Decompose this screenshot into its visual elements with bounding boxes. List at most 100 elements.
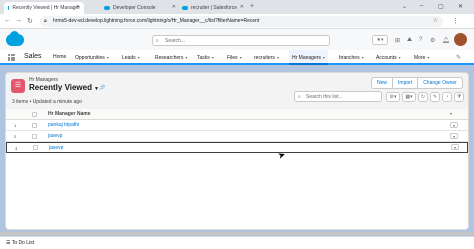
row-actions-button[interactable]: ▾ [450, 122, 458, 128]
nav-item-recruiters[interactable]: recruiters ▾ [254, 50, 279, 65]
row-number: 1 [14, 123, 17, 128]
horizontal-scrollbar[interactable] [0, 232, 474, 235]
maximize-icon[interactable]: ▢ [438, 3, 444, 10]
browser-tab-developer-console[interactable]: Developer Console ✕ [100, 2, 180, 14]
browser-tab-recently-viewed[interactable]: Recently Viewed | Hr Manager ✕ [4, 2, 84, 14]
list-view-name: Recently Viewed [29, 83, 92, 92]
close-icon[interactable]: ✕ [240, 4, 244, 10]
browser-menu-icon[interactable]: ⋮ [452, 17, 459, 25]
back-icon[interactable]: ← [4, 17, 11, 24]
chevron-down-icon[interactable]: ▾ [399, 55, 401, 60]
chevron-down-icon[interactable]: ▾ [362, 55, 364, 60]
bell-icon[interactable]: 🔔︎ [442, 37, 450, 44]
salesforce-favicon-icon [182, 6, 188, 10]
bookmark-star-icon[interactable]: ☆ [433, 16, 438, 27]
display-as-button[interactable]: ▦▾ [402, 92, 416, 102]
nav-item-home[interactable]: Home [53, 50, 66, 65]
window-close-icon[interactable]: ✕ [458, 3, 463, 10]
add-icon[interactable]: ⊞ [395, 37, 400, 44]
close-icon[interactable]: ✕ [76, 4, 80, 10]
chevron-down-icon[interactable]: ▾ [450, 111, 452, 116]
row-actions-button[interactable]: ▾ [450, 133, 458, 139]
nav-item-opportunities[interactable]: Opportunities ▾ [75, 50, 109, 65]
chevron-down-icon[interactable]: ▾ [323, 55, 325, 60]
chevron-down-icon[interactable]: ▾ [185, 55, 187, 60]
change-owner-button[interactable]: Change Owner [418, 77, 463, 89]
refresh-button[interactable]: ↻ [418, 92, 428, 102]
new-button[interactable]: New [371, 77, 394, 89]
browser-tab-label: Developer Console [113, 5, 156, 11]
row-actions-button[interactable]: ▾ [451, 144, 459, 150]
row-number: 3 [15, 146, 18, 151]
browser-tab-label: recruiter | Salesforce [191, 5, 238, 11]
chevron-down-icon[interactable]: ▾ [427, 55, 429, 60]
row-checkbox[interactable] [32, 123, 37, 128]
salesforce-favicon-icon [8, 6, 10, 10]
chevron-down-icon[interactable]: ▾ [138, 55, 140, 60]
to-do-list-button[interactable]: ☰ To Do List [6, 240, 34, 246]
gear-icon[interactable]: ⚙ [430, 37, 435, 44]
nav-item-accounts[interactable]: Accounts ▾ [376, 50, 401, 65]
record-link[interactable]: pankaj tripathi [48, 122, 79, 128]
close-icon[interactable]: ✕ [172, 4, 176, 10]
column-header-name[interactable]: Hr Manager Name [48, 111, 91, 117]
reload-icon[interactable]: ↻ [27, 17, 33, 25]
action-button-group: New Import Change Owner [371, 77, 463, 89]
edit-list-button[interactable]: ✎ [430, 92, 440, 102]
chevron-down-icon[interactable]: ⌄ [402, 3, 407, 10]
nav-item-files[interactable]: Files ▾ [227, 50, 242, 65]
nav-item-more[interactable]: More ▾ [414, 50, 429, 65]
row-checkbox[interactable] [33, 145, 38, 150]
record-link[interactable]: jasevp [49, 145, 63, 151]
minimize-icon[interactable]: – [420, 3, 423, 9]
app-nav-bar: Sales Home Opportunities ▾ Leads ▾ Researc… [0, 50, 474, 65]
pencil-icon[interactable]: ✎ [456, 54, 461, 61]
record-link[interactable]: jasevp [48, 133, 62, 139]
list-meta: 3 items • Updated a minute ago [12, 99, 82, 105]
favorites-button[interactable]: ★▾ [372, 35, 388, 45]
trailhead-icon[interactable]: ⛰ [407, 37, 412, 44]
chevron-down-icon[interactable]: ▾ [212, 55, 214, 60]
row-number: 2 [14, 134, 17, 139]
avatar[interactable] [454, 33, 467, 46]
nav-item-hr-managers[interactable]: Hr Managers ▾ [289, 50, 328, 65]
settings-gear-button[interactable]: ⚙▾ [386, 92, 400, 102]
chevron-down-icon[interactable]: ▾ [277, 55, 279, 60]
list-search-placeholder: Search this list... [306, 94, 343, 100]
url-text: hrms5-dev-ed.develop.lightning.force.com… [53, 18, 260, 24]
url-input[interactable]: 🔒︎ hrms5-dev-ed.develop.lightning.force.… [40, 16, 443, 27]
chevron-down-icon[interactable]: ▾ [240, 55, 242, 60]
row-checkbox[interactable] [32, 134, 37, 139]
browser-tab-recruiter[interactable]: recruiter | Salesforce ✕ [178, 2, 248, 14]
forward-icon[interactable]: → [15, 17, 22, 24]
browser-tab-label: Recently Viewed | Hr Manager [12, 5, 80, 11]
nav-item-branches[interactable]: branches ▾ [339, 50, 364, 65]
browser-tab-strip: Recently Viewed | Hr Manager ✕ Developer… [0, 0, 474, 14]
pin-icon[interactable]: 📌︎ [99, 85, 105, 91]
nav-item-tasks[interactable]: Tasks ▾ [197, 50, 214, 65]
chevron-down-icon[interactable]: ▾ [107, 55, 109, 60]
table-row: 2 jasevp ▾ [6, 131, 468, 142]
app-launcher-icon[interactable] [8, 54, 15, 61]
search-icon: ⌕ [156, 38, 159, 44]
global-search-placeholder: Search... [165, 38, 186, 44]
table-row: 3 jasevp ▾ [6, 142, 468, 153]
select-all-checkbox[interactable] [32, 112, 37, 117]
list-search-input[interactable]: ⌕ Search this list... [294, 91, 382, 102]
global-header: ⌕ Search... ★▾ ⊞ ⛰ ? ⚙ 🔔︎ [0, 29, 474, 50]
address-bar: ← → ↻ 🔒︎ hrms5-dev-ed.develop.lightning.… [0, 14, 474, 29]
import-button[interactable]: Import [393, 77, 419, 89]
table-row: 1 pankaj tripathi ▾ [6, 120, 468, 131]
utility-bar: ☰ To Do List [0, 236, 474, 249]
filter-button[interactable]: ⧩ [454, 92, 464, 102]
charts-button[interactable]: ◔ [442, 92, 452, 102]
lock-icon[interactable]: 🔒︎ [44, 16, 47, 27]
help-icon[interactable]: ? [419, 37, 422, 43]
new-tab-icon[interactable]: + [250, 3, 254, 10]
object-icon: ☰ [11, 79, 25, 93]
salesforce-logo[interactable] [6, 31, 24, 46]
nav-item-leads[interactable]: Leads ▾ [122, 50, 140, 65]
nav-item-researchers[interactable]: Researchers ▾ [155, 50, 187, 65]
global-search-input[interactable]: ⌕ Search... [152, 35, 330, 46]
list-view-selector[interactable]: Recently Viewed ▼ [29, 83, 99, 92]
